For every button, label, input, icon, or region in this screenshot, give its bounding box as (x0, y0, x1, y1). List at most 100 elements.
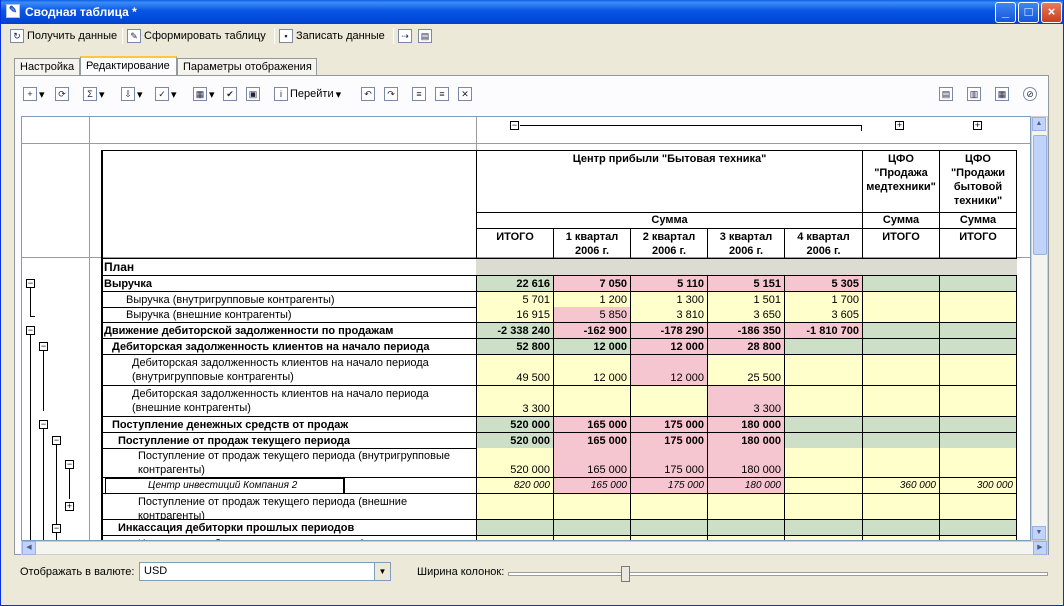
redo-button[interactable]: ↷ (384, 84, 398, 104)
value-cell[interactable] (631, 520, 707, 535)
value-cell[interactable]: 520 000 (477, 417, 553, 432)
value-cell[interactable] (863, 355, 939, 385)
value-cell[interactable] (940, 433, 1016, 448)
value-cell[interactable]: 7 050 (554, 276, 630, 291)
view-mode-3-button[interactable]: ▦ (995, 84, 1009, 104)
value-cell[interactable] (863, 339, 939, 354)
value-cell[interactable] (631, 494, 707, 519)
value-cell[interactable]: 5 151 (708, 276, 784, 291)
value-cell[interactable]: -1 810 700 (785, 323, 862, 338)
delete-level-button[interactable]: ✕ (458, 84, 472, 104)
write-data-button[interactable]: ▪ Записать данные (279, 27, 385, 45)
value-cell[interactable] (785, 433, 862, 448)
value-cell[interactable]: 49 500 (477, 355, 553, 385)
slider-handle[interactable] (621, 566, 630, 582)
build-table-button[interactable]: ✎ Сформировать таблицу (127, 27, 266, 45)
value-cell[interactable] (940, 339, 1016, 354)
value-cell[interactable]: -162 900 (554, 323, 630, 338)
collapse-row-icon[interactable]: − (39, 342, 48, 351)
value-cell[interactable] (785, 386, 862, 416)
lock-button[interactable]: ▣ (246, 84, 260, 104)
value-cell[interactable]: 3 605 (785, 307, 862, 322)
value-cell[interactable]: -2 338 240 (477, 323, 553, 338)
value-cell[interactable]: 16 915 (477, 307, 553, 322)
vertical-scrollbar[interactable]: ▲ ▼ (1031, 116, 1048, 541)
value-cell[interactable] (554, 494, 630, 519)
collapse-row-icon[interactable]: − (52, 524, 61, 533)
value-cell[interactable] (708, 520, 784, 535)
value-cell[interactable]: 165 000 (554, 433, 630, 448)
tab-display-params[interactable]: Параметры отображения (177, 58, 317, 76)
horizontal-scrollbar[interactable]: ◀ ▶ (21, 541, 1048, 555)
chart-button[interactable]: ✔ (223, 84, 237, 104)
value-cell[interactable] (708, 494, 784, 519)
value-cell[interactable]: 175 000 (631, 417, 707, 432)
filter-button[interactable]: ▦ ▾ (193, 84, 215, 104)
print-button[interactable]: ▤ (418, 27, 432, 45)
value-cell[interactable] (940, 307, 1016, 322)
value-cell[interactable] (554, 386, 630, 416)
value-cell[interactable]: 180 000 (708, 433, 784, 448)
collapse-column-icon[interactable]: − (510, 121, 519, 130)
value-cell[interactable] (940, 520, 1016, 535)
value-cell[interactable] (863, 494, 939, 519)
scroll-up-icon[interactable]: ▲ (1032, 117, 1046, 131)
get-data-button[interactable]: ↻ Получить данные (10, 27, 117, 45)
maximize-button[interactable]: □ (1018, 2, 1039, 23)
value-cell[interactable] (785, 417, 862, 432)
value-cell[interactable]: 12 000 (554, 339, 630, 354)
value-cell[interactable]: 165 000 (554, 417, 630, 432)
value-cell[interactable]: 180 000 (708, 417, 784, 432)
value-cell[interactable]: 165 000 (554, 478, 630, 493)
currency-select[interactable]: USD ▼ (139, 562, 391, 581)
value-cell[interactable] (785, 494, 862, 519)
value-cell[interactable] (863, 520, 939, 535)
scroll-down-icon[interactable]: ▼ (1032, 526, 1046, 540)
value-cell[interactable] (863, 417, 939, 432)
goto-button[interactable]: i Перейти ▾ (274, 84, 341, 104)
value-cell[interactable]: 3 810 (631, 307, 707, 322)
value-cell[interactable]: 5 850 (554, 307, 630, 322)
undo-button[interactable]: ↶ (361, 84, 375, 104)
value-cell[interactable] (940, 386, 1016, 416)
tab-editing[interactable]: Редактирование (80, 56, 177, 76)
value-cell[interactable]: 12 000 (631, 339, 707, 354)
level-up-button[interactable]: ≡ (412, 84, 426, 104)
value-cell[interactable] (554, 520, 630, 535)
value-cell[interactable]: 175 000 (631, 448, 707, 477)
value-cell[interactable] (863, 448, 939, 477)
value-cell[interactable]: 300 000 (940, 478, 1016, 493)
value-cell[interactable]: 3 300 (708, 386, 784, 416)
value-cell[interactable]: 1 200 (554, 292, 630, 307)
value-cell[interactable] (477, 520, 553, 535)
value-cell[interactable]: 52 800 (477, 339, 553, 354)
insert-button[interactable]: ⇩ ▾ (121, 84, 143, 104)
minimize-button[interactable]: _ (995, 2, 1016, 23)
value-cell[interactable]: 175 000 (631, 478, 707, 493)
value-cell[interactable]: 5 701 (477, 292, 553, 307)
column-width-slider[interactable] (508, 572, 1048, 576)
value-cell[interactable]: 28 800 (708, 339, 784, 354)
value-cell[interactable] (631, 386, 707, 416)
chevron-down-icon[interactable]: ▼ (374, 563, 390, 580)
close-button[interactable]: × (1041, 2, 1062, 23)
value-cell[interactable] (785, 448, 862, 477)
value-cell[interactable] (940, 292, 1016, 307)
collapse-row-icon[interactable]: − (26, 279, 35, 288)
export-button[interactable]: ⇢ (398, 27, 412, 45)
view-mode-2-button[interactable]: ▥ (967, 84, 981, 104)
collapse-row-icon[interactable]: − (39, 420, 48, 429)
value-cell[interactable] (940, 448, 1016, 477)
value-cell[interactable]: 360 000 (863, 478, 939, 493)
expand-row-icon[interactable]: + (65, 502, 74, 511)
tab-settings[interactable]: Настройка (14, 58, 80, 76)
value-cell[interactable]: 520 000 (477, 433, 553, 448)
value-cell[interactable] (863, 323, 939, 338)
recalc-button[interactable]: ⟳ (55, 84, 69, 104)
sum-button[interactable]: Σ ▾ (83, 84, 105, 104)
view-mode-1-button[interactable]: ▤ (939, 84, 953, 104)
value-cell[interactable] (863, 433, 939, 448)
value-cell[interactable] (940, 355, 1016, 385)
value-cell[interactable]: 175 000 (631, 433, 707, 448)
add-row-button[interactable]: + ▾ (23, 84, 45, 104)
